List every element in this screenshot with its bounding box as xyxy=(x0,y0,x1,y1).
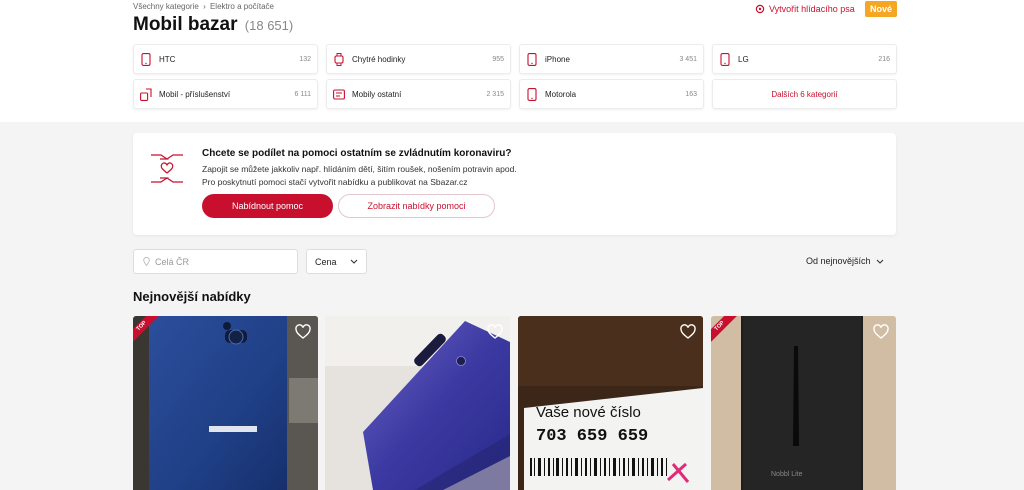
offer-help-button[interactable]: Nabídnout pomoc xyxy=(202,194,333,218)
breadcrumb-link-all[interactable]: Všechny kategorie xyxy=(133,2,199,11)
breadcrumb-link-electro[interactable]: Elektro a počítače xyxy=(210,2,274,11)
helping-hands-icon xyxy=(151,154,183,183)
listing-photo xyxy=(133,316,318,490)
listing-photo: Vaše nové číslo 703 659 659 xyxy=(518,316,703,490)
phone-other-icon xyxy=(333,87,345,101)
watch-icon xyxy=(333,52,345,66)
watchdog-label: Vytvořit hlídacího psa xyxy=(769,4,855,14)
listing-count: (18 651) xyxy=(244,18,294,33)
location-input[interactable]: Celá ČR xyxy=(133,249,298,274)
category-count: 955 xyxy=(492,55,504,63)
category-accessories[interactable]: Mobil - příslušenství 6 111 xyxy=(133,79,318,109)
show-help-offers-button[interactable]: Zobrazit nabídky pomoci xyxy=(338,194,495,218)
sort-select[interactable]: Od nejnovějších xyxy=(806,256,884,266)
category-iphone[interactable]: iPhone 3 451 xyxy=(519,44,704,74)
listing-photo xyxy=(325,316,510,490)
category-count: 2 315 xyxy=(486,90,504,98)
new-badge: Nové xyxy=(865,1,898,17)
category-label: iPhone xyxy=(545,54,570,64)
category-count: 3 451 xyxy=(679,55,697,63)
help-text-line-1: Zapojit se můžete jakkoliv např. hlídání… xyxy=(202,164,517,174)
breadcrumb: Všechny kategorie › Elektro a počítače xyxy=(133,2,276,11)
category-label: Mobil - příslušenství xyxy=(159,89,231,99)
category-lg[interactable]: LG 216 xyxy=(712,44,897,74)
category-label: Chytré hodinky xyxy=(352,54,406,64)
phone-icon xyxy=(140,52,152,66)
watchdog-link[interactable]: Vytvořit hlídacího psa xyxy=(755,4,855,14)
sort-label: Od nejnovějších xyxy=(806,256,871,266)
price-filter-label: Cena xyxy=(315,256,337,267)
page-title-text: Mobil bazar xyxy=(133,14,238,35)
help-title: Chcete se podílet na pomoci ostatním se … xyxy=(202,148,512,159)
price-filter-select[interactable]: Cena xyxy=(306,249,367,274)
listing-card[interactable]: TOP xyxy=(133,316,318,490)
location-pin-icon xyxy=(143,257,150,266)
breadcrumb-separator: › xyxy=(203,2,206,11)
chevron-down-icon xyxy=(350,259,358,264)
listing-card[interactable]: Nobbl Lite TOP xyxy=(711,316,896,490)
phone-icon xyxy=(719,52,731,66)
page-title: Mobil bazar (18 651) xyxy=(133,14,293,36)
help-text-line-2: Pro poskytnutí pomoci stačí vytvořit nab… xyxy=(202,177,468,187)
category-label: LG xyxy=(738,54,749,64)
favorite-heart-icon[interactable] xyxy=(295,324,311,340)
category-count: 132 xyxy=(299,55,311,63)
category-grid: HTC 132 Chytré hodinky 955 iPhone 3 451 … xyxy=(133,44,897,109)
favorite-heart-icon[interactable] xyxy=(680,324,696,340)
accessory-icon xyxy=(140,87,152,101)
category-count: 216 xyxy=(878,55,890,63)
category-other-phones[interactable]: Mobily ostatní 2 315 xyxy=(326,79,511,109)
phone-icon xyxy=(526,87,538,101)
listing-card[interactable] xyxy=(325,316,510,490)
category-label: Mobily ostatní xyxy=(352,89,402,99)
sim-number-text: 703 659 659 xyxy=(536,427,648,446)
category-htc[interactable]: HTC 132 xyxy=(133,44,318,74)
box-label-text: Nobbl Lite xyxy=(771,471,803,478)
location-placeholder: Celá ČR xyxy=(155,256,190,267)
chevron-down-icon xyxy=(876,259,883,264)
favorite-heart-icon[interactable] xyxy=(487,324,503,340)
category-label: Motorola xyxy=(545,89,577,99)
phone-icon xyxy=(526,52,538,66)
watchdog-icon xyxy=(755,4,765,14)
category-count: 6 111 xyxy=(294,90,311,98)
category-smartwatch[interactable]: Chytré hodinky 955 xyxy=(326,44,511,74)
header-area: Všechny kategorie › Elektro a počítače M… xyxy=(0,0,1024,122)
more-categories-label: Dalších 6 kategorií xyxy=(771,89,838,99)
category-motorola[interactable]: Motorola 163 xyxy=(519,79,704,109)
listings-title: Nejnovější nabídky xyxy=(133,289,251,304)
favorite-heart-icon[interactable] xyxy=(873,324,889,340)
listing-card[interactable]: Vaše nové číslo 703 659 659 xyxy=(518,316,703,490)
category-label: HTC xyxy=(159,54,176,64)
more-categories-button[interactable]: Dalších 6 kategorií xyxy=(712,79,897,109)
sim-label-text: Vaše nové číslo xyxy=(536,404,641,421)
covid-help-banner: Chcete se podílet na pomoci ostatním se … xyxy=(133,133,896,235)
listing-photo: Nobbl Lite xyxy=(711,316,896,490)
category-count: 163 xyxy=(685,90,697,98)
